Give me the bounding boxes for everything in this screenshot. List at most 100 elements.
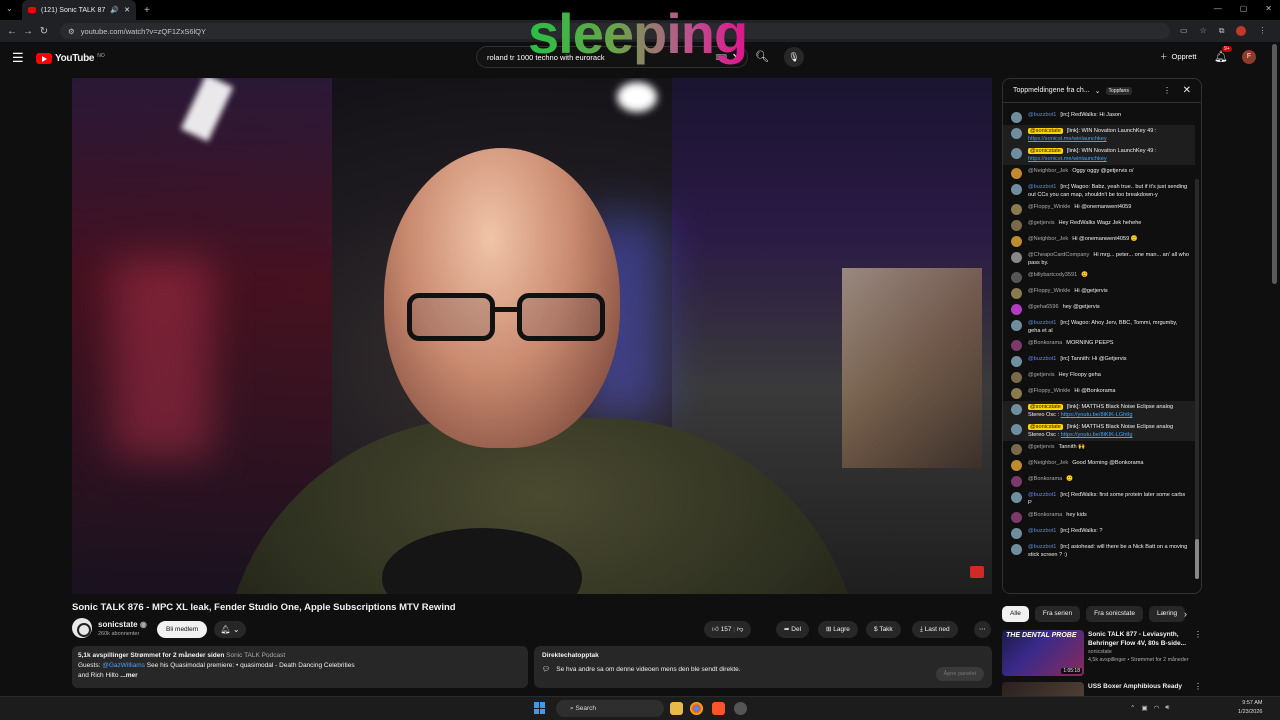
chat-message[interactable]: @Bonkorama hey kids	[1003, 509, 1195, 525]
chat-message[interactable]: @sonicstate [link]: WIN Novation LaunchKe…	[1003, 125, 1195, 145]
chat-mode-dropdown[interactable]: Toppmeldingene fra ch...	[1013, 87, 1090, 94]
chat-author-avatar[interactable]	[1011, 340, 1022, 351]
file-explorer-icon[interactable]	[670, 702, 683, 715]
chat-author-name[interactable]: @Neighbor_Jek	[1028, 236, 1068, 242]
tray-app-icon[interactable]: ▣	[1141, 704, 1147, 712]
chat-message-link[interactable]: https://youtu.be/8iKIK-LGhtIg	[1061, 412, 1133, 418]
chat-author-avatar[interactable]	[1011, 112, 1022, 123]
chip-learning[interactable]: Læring	[1148, 606, 1186, 622]
channel-name[interactable]: sonicstate ◉	[98, 620, 147, 629]
chat-message[interactable]: @Neighbor_Jek Hi @onemanwent4059 🙂	[1003, 233, 1195, 249]
taskbar-clock[interactable]: 9:57 AM 1/23/2026	[1238, 699, 1262, 717]
chat-author-name[interactable]: @buzzbot1	[1028, 544, 1056, 550]
chat-author-name[interactable]: @getjervis	[1028, 220, 1055, 226]
chat-author-name[interactable]: @Floppy_Winkle	[1028, 288, 1070, 294]
chat-author-name[interactable]: @buzzbot1	[1028, 356, 1056, 362]
recommendation-channel[interactable]: sonicstate	[1088, 648, 1202, 656]
chat-message[interactable]: @CheapoCardCompany Hi mrg... peter... one…	[1003, 249, 1195, 269]
recommendation-thumbnail[interactable]: THE DENTAL PROBE 1:05:18	[1002, 630, 1084, 676]
audio-icon[interactable]: 🔊	[110, 6, 119, 14]
chat-author-name[interactable]: @sonicstate	[1028, 148, 1063, 154]
chat-message[interactable]: @buzzbot1 [irc] RedWalks: first some prot…	[1003, 489, 1195, 509]
chat-message[interactable]: @Floppy_Winkle Hi @getjervis	[1003, 285, 1195, 301]
chat-author-name[interactable]: @sonicstate	[1028, 128, 1063, 134]
chat-message[interactable]: @buzzbot1 [irc] asiohead: will there be a…	[1003, 541, 1195, 561]
chat-message-link[interactable]: https://youtu.be/8iKIK-LGhtIg	[1061, 432, 1133, 438]
recommendation-item[interactable]: USS Boxer Amphibious Ready ⋮	[1002, 682, 1202, 696]
create-button[interactable]: ＋ Opprett	[1160, 51, 1197, 62]
chat-message[interactable]: @Neighbor_Jek Oggy oggy @getjervis o/	[1003, 165, 1195, 181]
chat-author-avatar[interactable]	[1011, 528, 1022, 539]
chat-message[interactable]: @buzzbot1 [irc] RedWalks: ?	[1003, 525, 1195, 541]
chat-author-avatar[interactable]	[1011, 476, 1022, 487]
chat-author-name[interactable]: @buzzbot1	[1028, 528, 1056, 534]
chat-message[interactable]: @buzzbot1 [irc] Tannith: Hi @Getjervis	[1003, 353, 1195, 369]
chat-message[interactable]: @Bonkorama MORNING PEEPS	[1003, 337, 1195, 353]
chat-message[interactable]: @Bonkorama 🙂	[1003, 473, 1195, 489]
app-icon[interactable]	[734, 702, 747, 715]
chat-author-avatar[interactable]	[1011, 444, 1022, 455]
tray-chevron-icon[interactable]: ⌃	[1130, 704, 1135, 712]
site-info-icon[interactable]: ⚙	[68, 27, 75, 36]
chat-author-name[interactable]: @buzzbot1	[1028, 492, 1056, 498]
chat-author-avatar[interactable]	[1011, 512, 1022, 523]
clear-search-icon[interactable]: ✕	[732, 51, 741, 64]
premiere-link[interactable]: • quasimodal - Death Dancing Celebrities	[236, 662, 355, 669]
chat-author-avatar[interactable]	[1011, 424, 1022, 435]
video-player[interactable]	[72, 78, 992, 594]
chat-author-name[interactable]: @Bonkorama	[1028, 512, 1062, 518]
chat-author-avatar[interactable]	[1011, 128, 1022, 139]
minimize-button[interactable]: —	[1214, 4, 1222, 13]
chip-from-sonicstate[interactable]: Fra sonicstate	[1086, 606, 1143, 622]
close-chat-icon[interactable]: ✕	[1183, 85, 1191, 96]
brave-icon[interactable]	[712, 702, 725, 715]
bookmark-star-icon[interactable]: ☆	[1200, 26, 1207, 36]
chat-author-avatar[interactable]	[1011, 272, 1022, 283]
chrome-icon[interactable]	[690, 702, 703, 715]
description-box[interactable]: 5,1k avspillinger Strømmet for 2 måneder…	[72, 646, 528, 688]
chat-message[interactable]: @getjervis Hey RedWalks Wagz Jek hehehe	[1003, 217, 1195, 233]
chat-author-avatar[interactable]	[1011, 220, 1022, 231]
chat-author-name[interactable]: @getjervis	[1028, 444, 1055, 450]
chat-message[interactable]: @buzzbot1 [irc] Wagoo: Ahoy Jerv, BBC, To…	[1003, 317, 1195, 337]
chip-all[interactable]: Alle	[1002, 606, 1029, 622]
tab-close-icon[interactable]: ✕	[124, 6, 130, 14]
chat-message[interactable]: @sonicstate [link]: WIN Novation LaunchKe…	[1003, 145, 1195, 165]
chat-author-name[interactable]: @Floppy_Winkle	[1028, 204, 1070, 210]
chat-message[interactable]: @buzzbot1 [irc] RedWalks: Hi Jason	[1003, 109, 1195, 125]
search-input[interactable]: roland tr 1000 techno with eurorack ⌨ ✕	[476, 46, 748, 68]
chat-author-avatar[interactable]	[1011, 372, 1022, 383]
recommendation-item[interactable]: THE DENTAL PROBE 1:05:18 Sonic TALK 877 …	[1002, 630, 1202, 680]
youtube-logo[interactable]: YouTube NO	[36, 52, 105, 64]
browser-menu-icon[interactable]: ⋮	[1258, 26, 1266, 36]
chat-message[interactable]: @buzzbot1 [irc] Wagoo: Babz, yeah true.. …	[1003, 181, 1195, 201]
download-button[interactable]: ⤓ Last ned	[912, 621, 958, 638]
chat-author-name[interactable]: @sonicstate	[1028, 424, 1063, 430]
subscription-bell-button[interactable]: 🔔︎ ⌄	[214, 621, 246, 638]
more-actions-button[interactable]: ⋯	[974, 621, 991, 638]
chat-author-avatar[interactable]	[1011, 252, 1022, 263]
chat-message-link[interactable]: https://sonicst.me/winlaunchkey	[1028, 156, 1107, 162]
back-button[interactable]: ←	[4, 26, 20, 37]
chat-author-name[interactable]: @sonicstate	[1028, 404, 1063, 410]
chat-message[interactable]: @Floppy_Winkle Hi @Bonkorama	[1003, 385, 1195, 401]
chat-author-name[interactable]: @Bonkorama	[1028, 476, 1062, 482]
close-window-button[interactable]: ✕	[1265, 4, 1272, 13]
chat-author-name[interactable]: @CheapoCardCompany	[1028, 252, 1089, 258]
chevron-down-icon[interactable]: ⌄	[1095, 87, 1101, 95]
recommendation-thumbnail[interactable]	[1002, 682, 1084, 696]
chat-scrollbar-thumb[interactable]	[1195, 539, 1199, 579]
channel-avatar[interactable]	[72, 618, 92, 638]
chat-message[interactable]: @Neighbor_Jek Good Morning @Bonkorama	[1003, 457, 1195, 473]
maximize-button[interactable]: ▢	[1240, 4, 1248, 13]
page-scrollbar[interactable]	[1272, 44, 1277, 284]
chat-author-avatar[interactable]	[1011, 320, 1022, 331]
chat-message[interactable]: @getjervis Tannith 🙌	[1003, 441, 1195, 457]
voice-search-mic-icon[interactable]: 🎙︎	[784, 47, 804, 67]
chat-author-name[interactable]: @Neighbor_Jek	[1028, 460, 1068, 466]
wifi-icon[interactable]: ◠	[1154, 704, 1160, 712]
profile-avatar[interactable]	[1236, 26, 1247, 36]
recommendation-title[interactable]: USS Boxer Amphibious Ready	[1088, 682, 1202, 691]
chat-message[interactable]: @sonicstate [link]: MATTHS Black Noise Ec…	[1003, 421, 1195, 441]
search-button[interactable]: 🔍︎	[750, 46, 774, 68]
